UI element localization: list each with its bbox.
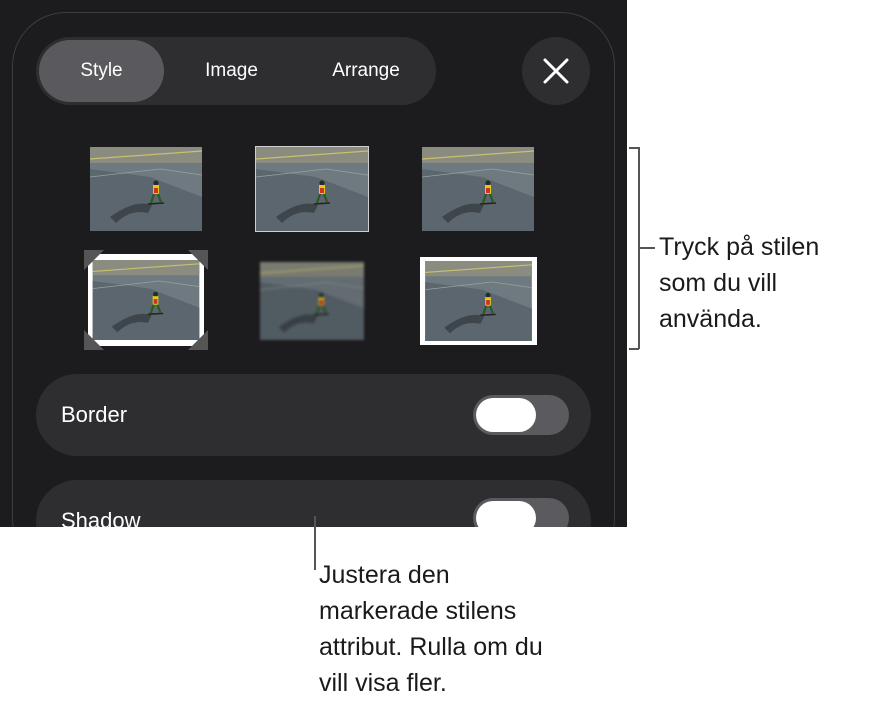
tab-style[interactable]: Style [39,40,164,102]
callout-styles: Tryck på stilen som du vill använda. [659,233,820,333]
close-icon [543,58,569,84]
close-button[interactable] [522,37,590,105]
photo-corner-icon [84,250,208,350]
border-setting-row: Border [36,374,591,456]
style-option-reflection[interactable] [422,147,534,247]
styles-popover: Style Image Arrange Border Shadow [0,0,627,527]
style-preview-image [424,261,533,341]
tab-image[interactable]: Image [164,40,299,102]
callout-leader [639,247,655,249]
style-preview-image [90,147,202,231]
style-option-thin-border[interactable] [255,146,369,232]
border-label: Border [61,402,128,427]
style-option-soft-edge[interactable] [260,262,364,340]
shadow-toggle[interactable] [473,498,569,527]
toggle-knob [476,398,536,432]
style-option-plain[interactable] [90,147,202,231]
tab-bar: Style Image Arrange [36,37,436,105]
style-option-photo-corners[interactable] [82,248,210,352]
toggle-knob [476,501,536,527]
callout-bracket-bottom [629,348,639,350]
tab-arrange[interactable]: Arrange [299,40,433,102]
style-preview-image [422,147,534,231]
border-toggle[interactable] [473,395,569,435]
style-option-white-frame[interactable] [420,257,537,345]
style-preview-image [256,147,368,231]
callout-leader-vertical [314,516,316,570]
shadow-label: Shadow [61,508,141,527]
callout-attributes: Justera den markerade stilens attribut. … [319,561,543,697]
style-preview-image [260,262,364,340]
style-reflection [422,231,534,245]
